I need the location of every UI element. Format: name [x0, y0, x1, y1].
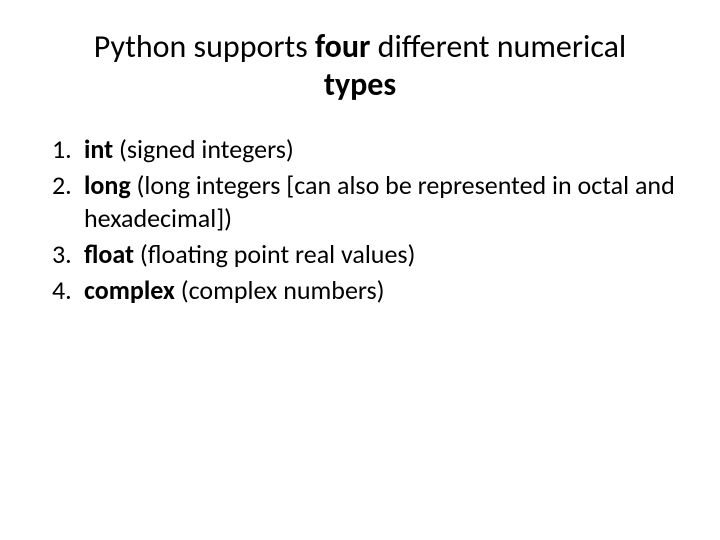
list-text: long (long integers [can also be represe…: [84, 169, 680, 237]
list-number: 3.: [52, 238, 84, 272]
list-bold: long: [84, 169, 131, 201]
title-part2: different numerical: [370, 27, 626, 66]
list-item: 3. float (floating point real values): [52, 238, 680, 272]
list-text: float (floating point real values): [84, 238, 680, 272]
list-item: 1. int (signed integers): [52, 133, 680, 167]
title-part1: Python supports: [94, 27, 315, 66]
list-bold: float: [84, 238, 134, 270]
list-rest: (complex numbers): [175, 274, 385, 306]
list-bold: int: [84, 133, 113, 165]
list-text: complex (complex numbers): [84, 274, 680, 308]
list-item: 4. complex (complex numbers): [52, 274, 680, 308]
list-rest: (signed integers): [113, 133, 294, 165]
list-number: 4.: [52, 274, 84, 308]
list-rest: (long integers [can also be represented …: [84, 169, 675, 235]
title-bold1: four: [315, 27, 370, 66]
list-text: int (signed integers): [84, 133, 680, 167]
list-rest: (floating point real values): [134, 238, 415, 270]
list-bold: complex: [84, 274, 175, 306]
numbered-list: 1. int (signed integers) 2. long (long i…: [40, 133, 680, 308]
list-number: 2.: [52, 169, 84, 203]
list-number: 1.: [52, 133, 84, 167]
title-bold2: types: [324, 65, 396, 104]
list-item: 2. long (long integers [can also be repr…: [52, 169, 680, 237]
slide-title: Python supports four different numerical…: [40, 28, 680, 105]
